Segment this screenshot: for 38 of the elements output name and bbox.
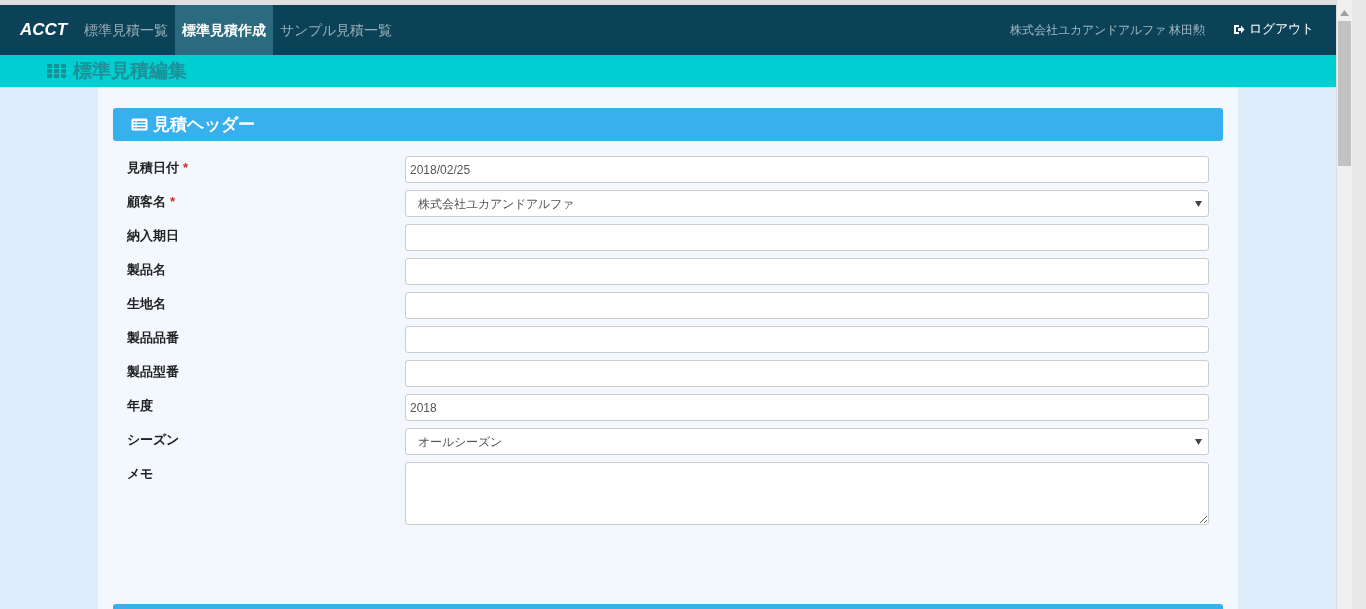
required-mark: * — [170, 193, 176, 211]
field-label: 生地名 — [127, 295, 166, 313]
text-field[interactable] — [405, 258, 1209, 285]
scrollbar[interactable] — [1336, 0, 1352, 609]
nav-tab[interactable]: サンプル見積一覧 — [273, 5, 400, 55]
field-label: 見積日付 — [127, 159, 179, 177]
field-label: 顧客名 — [127, 193, 166, 211]
text-field[interactable] — [405, 360, 1209, 387]
select-field[interactable]: オールシーズン — [405, 428, 1209, 455]
dropdown-arrow-icon[interactable] — [1195, 438, 1202, 445]
text-field[interactable]: 2018 — [405, 394, 1209, 421]
field-label: メモ — [127, 465, 153, 483]
dropdown-arrow-icon[interactable] — [1195, 200, 1202, 207]
field-label: 製品品番 — [127, 329, 179, 347]
text-field[interactable]: 2018/02/25 — [405, 156, 1209, 183]
logout-button[interactable]: ログアウト — [1233, 19, 1314, 39]
user-name: 株式会社ユカアンドアルファ 林田勲 — [1009, 22, 1205, 39]
text-field[interactable] — [405, 292, 1209, 319]
scroll-up-icon[interactable] — [1340, 10, 1349, 16]
grid-icon — [47, 64, 67, 78]
field-label: 年度 — [127, 397, 153, 415]
page-title: 標準見積編集 — [73, 58, 187, 83]
field-label: 製品型番 — [127, 363, 179, 381]
required-mark: * — [183, 159, 189, 177]
field-label: 製品名 — [127, 261, 166, 279]
brand-logo[interactable]: ACCT — [20, 17, 68, 43]
text-field[interactable] — [405, 326, 1209, 353]
field-label: 納入期日 — [127, 227, 179, 245]
scrollbar-thumb[interactable] — [1338, 21, 1351, 166]
memo-field[interactable] — [405, 462, 1209, 525]
panel-title: 見積ヘッダー — [153, 113, 255, 136]
field-label: シーズン — [127, 431, 179, 449]
logout-icon — [1233, 23, 1245, 35]
nav-tab[interactable]: 標準見積一覧 — [77, 5, 176, 55]
list-icon — [131, 118, 148, 131]
nav-tab[interactable]: 標準見積作成 — [175, 5, 274, 55]
text-field[interactable] — [405, 224, 1209, 251]
select-field[interactable]: 株式会社ユカアンドアルファ — [405, 190, 1209, 217]
